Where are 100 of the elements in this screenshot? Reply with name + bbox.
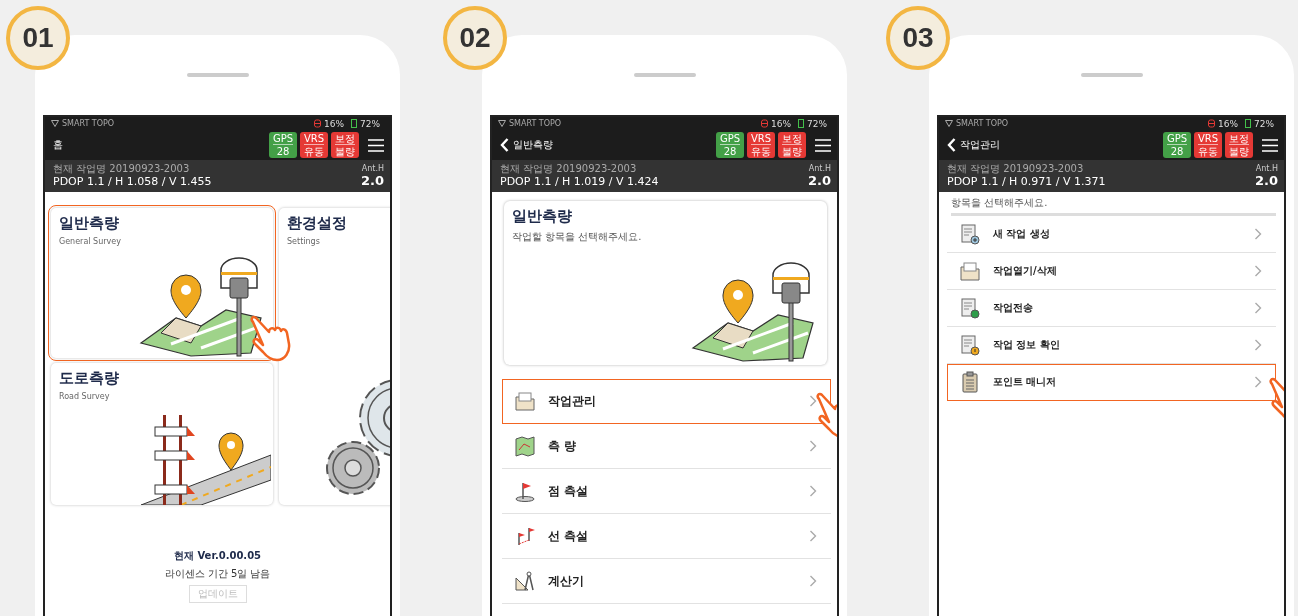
antenna-height-label: Ant.H: [361, 164, 384, 173]
item-label: 새 작업 생성: [993, 227, 1051, 241]
receiver-icon: [760, 119, 768, 128]
document-info-icon: [959, 334, 981, 356]
precision-reading: PDOP 1.1 / H 1.058 / V 1.455: [53, 175, 212, 189]
job-name: 현재 작업명 20190923-2003: [500, 163, 638, 175]
signal-icon: [498, 120, 506, 127]
list-item[interactable]: 측 량: [502, 424, 831, 469]
menu-icon[interactable]: [815, 138, 831, 152]
app-name: SMART TOPO: [62, 119, 115, 128]
badge-value: 유동: [304, 144, 324, 158]
pointing-hand-icon: [247, 314, 291, 362]
back-icon[interactable]: [947, 138, 956, 152]
app-name: SMART TOPO: [509, 119, 562, 128]
step-number-badge: 03: [886, 6, 950, 70]
chevron-right-icon: [809, 440, 817, 452]
antenna-height-label: Ant.H: [808, 164, 831, 173]
antenna-height-value: 2.0: [807, 173, 831, 188]
chevron-right-icon: [1254, 339, 1262, 351]
tile-subtitle: Road Survey: [59, 392, 111, 401]
screen-title: 일반측량: [513, 138, 553, 152]
license-text: 라이센스 기간 5일 남음: [164, 567, 271, 581]
job-name: 현재 작업명 20190923-2003: [53, 163, 191, 175]
tile-title: 환경설정: [287, 214, 348, 233]
chevron-right-icon: [1254, 265, 1262, 277]
item-label: 측 량: [548, 437, 578, 455]
chevron-right-icon: [1254, 302, 1262, 314]
battery-level: 72%: [1254, 118, 1274, 129]
card-title: 일반측량: [512, 207, 573, 226]
item-label: 선 측설: [548, 527, 590, 545]
tile-subtitle: General Survey: [59, 237, 122, 246]
badge-label: VRS: [750, 132, 772, 145]
precision-reading: PDOP 1.1 / H 1.019 / V 1.424: [500, 175, 659, 189]
badge-value: 불량: [1229, 144, 1249, 158]
item-label: 작업열기/삭제: [993, 264, 1058, 278]
antenna-height-value: 2.0: [1254, 173, 1278, 188]
job-name: 현재 작업명 20190923-2003: [947, 163, 1085, 175]
receiver-battery-level: 16%: [323, 118, 344, 129]
menu-icon[interactable]: [1262, 138, 1278, 152]
badge-value: 28: [276, 144, 290, 158]
chevron-right-icon: [1254, 228, 1262, 240]
tile-title: 도로측량: [59, 369, 120, 388]
back-icon[interactable]: [500, 138, 509, 152]
list-item[interactable]: 새 작업 생성: [947, 216, 1276, 253]
item-label: 포인트 매니저: [993, 375, 1058, 389]
screen-title: 홈: [53, 138, 63, 152]
speaker-slot: [633, 73, 696, 77]
battery-icon: [798, 119, 804, 128]
list-item[interactable]: 작업 정보 확인: [947, 327, 1276, 364]
step-number-badge: 01: [6, 6, 70, 70]
list-item[interactable]: 작업열기/삭제: [947, 253, 1276, 290]
battery-icon: [1245, 119, 1251, 128]
receiver-battery-level: 16%: [1217, 118, 1238, 129]
signal-icon: [51, 120, 59, 127]
folder-icon: [514, 390, 536, 412]
badge-label: VRS: [1197, 132, 1219, 145]
list-item[interactable]: 계산기: [502, 559, 831, 604]
speaker-slot: [186, 73, 249, 77]
document-plus-icon: [959, 223, 981, 245]
list-item[interactable]: 작업전송: [947, 290, 1276, 327]
speaker-slot: [1080, 73, 1143, 77]
badge-value: 유동: [1198, 144, 1218, 158]
badge-label: 보정: [1229, 132, 1249, 145]
badge-value: 28: [723, 144, 737, 158]
ruler-compass-icon: [514, 570, 536, 592]
version-text: 현재 Ver.0.00.05: [173, 549, 262, 563]
prompt-text: 항목을 선택해주세요.: [951, 196, 1276, 216]
chevron-right-icon: [809, 575, 817, 587]
antenna-height-value: 2.0: [360, 173, 384, 188]
item-label: 계산기: [548, 572, 585, 590]
badge-label: GPS: [272, 132, 294, 145]
map-icon: [514, 435, 536, 457]
list-item[interactable]: 선 측설: [502, 514, 831, 559]
list-item[interactable]: 포인트 매니저: [947, 364, 1276, 401]
badge-value: 불량: [782, 144, 802, 158]
menu-tile[interactable]: 일반측량 General Survey: [51, 208, 273, 358]
list-item[interactable]: 점 측설: [502, 469, 831, 514]
badge-label: GPS: [1166, 132, 1188, 145]
item-label: 점 측설: [548, 482, 590, 500]
chevron-right-icon: [809, 395, 817, 407]
menu-tile[interactable]: 도로측량 Road Survey: [51, 363, 273, 505]
item-label: 작업 정보 확인: [993, 338, 1061, 352]
tile-subtitle: Settings: [287, 237, 321, 246]
tile-title: 일반측량: [59, 214, 120, 233]
document-send-icon: [959, 297, 981, 319]
menu-icon[interactable]: [368, 138, 384, 152]
menu-tile[interactable]: 환경설정 Settings: [279, 208, 390, 505]
app-name: SMART TOPO: [956, 119, 1009, 128]
badge-label: 보정: [335, 132, 355, 145]
battery-level: 72%: [360, 118, 380, 129]
flag-icon: [514, 480, 536, 502]
screen-title: 작업관리: [960, 138, 1000, 152]
receiver-icon: [313, 119, 321, 128]
item-label: 작업관리: [548, 392, 597, 410]
badge-label: 보정: [782, 132, 802, 145]
chevron-right-icon: [1254, 376, 1262, 388]
antenna-height-label: Ant.H: [1255, 164, 1278, 173]
card-subtitle: 작업할 항목을 선택해주세요.: [512, 230, 643, 244]
battery-level: 72%: [807, 118, 827, 129]
list-item[interactable]: 작업관리: [502, 379, 831, 424]
